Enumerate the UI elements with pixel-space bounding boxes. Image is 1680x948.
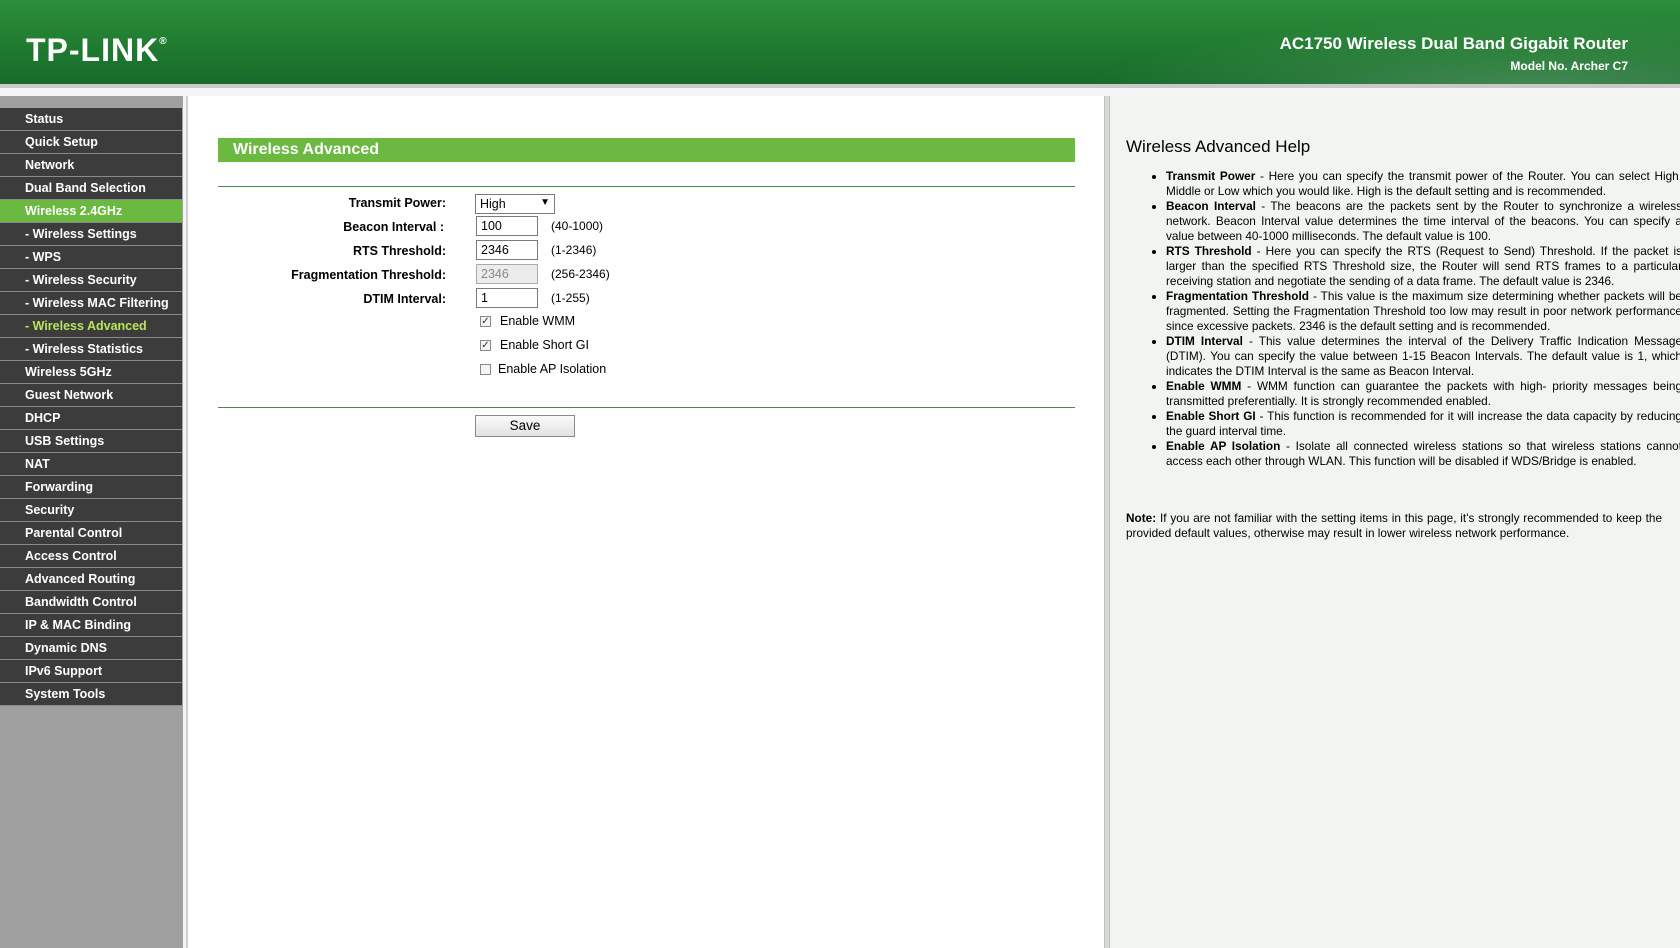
enable-short-gi-checkbox[interactable]: ✓ xyxy=(480,340,491,351)
rts-threshold-label: RTS Threshold: xyxy=(352,244,446,258)
sidebar-item-dual-band-selection[interactable]: Dual Band Selection xyxy=(0,177,182,200)
help-item-transmit-power: Transmit Power - Here you can specify th… xyxy=(1166,169,1680,199)
sidebar-nav: Status Quick Setup Network Dual Band Sel… xyxy=(0,96,183,948)
sidebar-item-forwarding[interactable]: Forwarding xyxy=(0,476,182,499)
help-item-fragmentation-threshold: Fragmentation Threshold - This value is … xyxy=(1166,289,1680,334)
help-term: RTS Threshold xyxy=(1166,244,1252,258)
sidebar-item-wps[interactable]: - WPS xyxy=(0,246,182,269)
save-button[interactable]: Save xyxy=(475,415,575,437)
help-list: Transmit Power - Here you can specify th… xyxy=(1146,169,1680,469)
beacon-interval-input[interactable] xyxy=(476,216,538,236)
sidebar-item-wireless-security[interactable]: - Wireless Security xyxy=(0,269,182,292)
sidebar-item-bandwidth-control[interactable]: Bandwidth Control xyxy=(0,591,182,614)
dtim-interval-input[interactable] xyxy=(476,288,538,308)
transmit-power-select[interactable]: High ▼ xyxy=(475,194,555,214)
help-term: Transmit Power xyxy=(1166,169,1256,183)
sidebar-item-wireless-settings[interactable]: - Wireless Settings xyxy=(0,223,182,246)
sidebar-item-quick-setup[interactable]: Quick Setup xyxy=(0,131,182,154)
sidebar-item-ip-mac-binding[interactable]: IP & MAC Binding xyxy=(0,614,182,637)
help-term: Fragmentation Threshold xyxy=(1166,289,1309,303)
help-term: Enable AP Isolation xyxy=(1166,439,1281,453)
top-divider xyxy=(218,186,1075,187)
product-title: AC1750 Wireless Dual Band Gigabit Router xyxy=(1279,34,1628,53)
help-term: DTIM Interval xyxy=(1166,334,1243,348)
help-item-rts-threshold: RTS Threshold - Here you can specify the… xyxy=(1166,244,1680,289)
sidebar-item-guest-network[interactable]: Guest Network xyxy=(0,384,182,407)
help-term: Enable WMM xyxy=(1166,379,1242,393)
beacon-interval-label: Beacon Interval : xyxy=(343,220,444,234)
sidebar-item-system-tools[interactable]: System Tools xyxy=(0,683,182,706)
tp-link-logo: TP-LINK® xyxy=(26,32,168,69)
sidebar-item-nat[interactable]: NAT xyxy=(0,453,182,476)
enable-ap-isolation-label: Enable AP Isolation xyxy=(498,362,607,376)
help-item-beacon-interval: Beacon Interval - The beacons are the pa… xyxy=(1166,199,1680,244)
section-title: Wireless Advanced xyxy=(218,138,1075,162)
sidebar-item-wireless-24ghz[interactable]: Wireless 2.4GHz xyxy=(0,200,182,223)
enable-wmm-checkbox[interactable]: ✓ xyxy=(480,316,491,327)
help-item-enable-wmm: Enable WMM - WMM function can guarantee … xyxy=(1166,379,1680,409)
dtim-interval-label: DTIM Interval: xyxy=(363,292,446,306)
sidebar-item-wireless-advanced[interactable]: - Wireless Advanced xyxy=(0,315,182,338)
header-banner: TP-LINK® AC1750 Wireless Dual Band Gigab… xyxy=(0,0,1680,88)
sidebar-item-wireless-5ghz[interactable]: Wireless 5GHz xyxy=(0,361,182,384)
dtim-interval-range: (1-255) xyxy=(551,291,590,305)
help-term: Enable Short GI xyxy=(1166,409,1256,423)
help-note: Note: If you are not familiar with the s… xyxy=(1126,511,1662,541)
sidebar-item-parental-control[interactable]: Parental Control xyxy=(0,522,182,545)
enable-ap-isolation-checkbox[interactable] xyxy=(480,364,491,375)
fragmentation-threshold-label: Fragmentation Threshold: xyxy=(291,268,446,282)
transmit-power-value: High xyxy=(480,197,506,211)
dropdown-arrow-icon: ▼ xyxy=(540,197,550,208)
sidebar-item-ipv6-support[interactable]: IPv6 Support xyxy=(0,660,182,683)
help-note-term: Note: xyxy=(1126,511,1157,525)
transmit-power-label: Transmit Power: xyxy=(348,196,446,210)
sidebar-item-dynamic-dns[interactable]: Dynamic DNS xyxy=(0,637,182,660)
fragmentation-threshold-range: (256-2346) xyxy=(551,267,610,281)
help-title: Wireless Advanced Help xyxy=(1126,137,1311,156)
sidebar-item-wireless-statistics[interactable]: - Wireless Statistics xyxy=(0,338,182,361)
help-item-enable-short-gi: Enable Short GI - This function is recom… xyxy=(1166,409,1680,439)
enable-wmm-label: Enable WMM xyxy=(500,314,576,328)
sidebar-item-network[interactable]: Network xyxy=(0,154,182,177)
sidebar-item-status[interactable]: Status xyxy=(0,108,182,131)
help-text: - This value determines the interval of … xyxy=(1166,334,1680,378)
enable-short-gi-label: Enable Short GI xyxy=(500,338,589,352)
header-divider xyxy=(0,84,1680,88)
sidebar-item-usb-settings[interactable]: USB Settings xyxy=(0,430,182,453)
model-number: Model No. Archer C7 xyxy=(1510,59,1628,73)
help-text: - WMM function can guarantee the packets… xyxy=(1166,379,1680,408)
help-term: Beacon Interval xyxy=(1166,199,1256,213)
logo-text: TP-LINK xyxy=(26,32,160,68)
registered-mark: ® xyxy=(159,36,168,47)
sidebar-item-advanced-routing[interactable]: Advanced Routing xyxy=(0,568,182,591)
sidebar-item-security[interactable]: Security xyxy=(0,499,182,522)
fragmentation-threshold-input xyxy=(476,264,538,284)
sidebar-item-dhcp[interactable]: DHCP xyxy=(0,407,182,430)
bottom-divider xyxy=(218,407,1075,408)
rts-threshold-range: (1-2346) xyxy=(551,243,597,257)
beacon-interval-range: (40-1000) xyxy=(551,219,604,233)
sidebar-item-wireless-mac-filtering[interactable]: - Wireless MAC Filtering xyxy=(0,292,182,315)
rts-threshold-input[interactable] xyxy=(476,240,538,260)
sidebar-item-access-control[interactable]: Access Control xyxy=(0,545,182,568)
help-item-dtim-interval: DTIM Interval - This value determines th… xyxy=(1166,334,1680,379)
help-note-text: If you are not familiar with the setting… xyxy=(1126,511,1662,540)
help-item-enable-ap-isolation: Enable AP Isolation - Isolate all connec… xyxy=(1166,439,1680,469)
